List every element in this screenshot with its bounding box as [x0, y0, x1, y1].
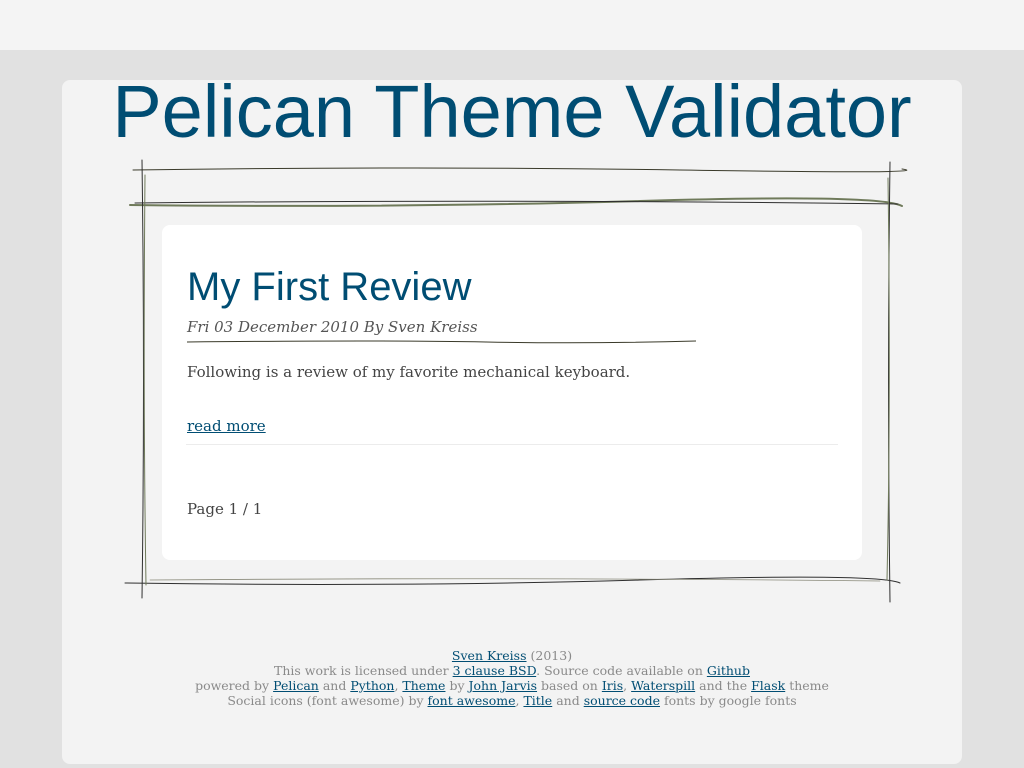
- footer: Sven Kreiss (2013) This work is licensed…: [62, 648, 962, 708]
- by-text: by: [449, 678, 465, 693]
- article-title[interactable]: My First Review: [187, 263, 471, 311]
- article-card: My First Review Fri 03 December 2010 By …: [162, 225, 862, 560]
- article-divider: [186, 444, 838, 445]
- source-code-font-link[interactable]: source code: [584, 693, 660, 708]
- social-icons-text: Social icons (font awesome) by: [227, 693, 424, 708]
- article-meta: Fri 03 December 2010 By Sven Kreiss: [187, 318, 478, 336]
- waterspill-link[interactable]: Waterspill: [631, 678, 695, 693]
- footer-line-license: This work is licensed under 3 clause BSD…: [62, 663, 962, 678]
- flask-link[interactable]: Flask: [751, 678, 785, 693]
- site-title[interactable]: Pelican Theme Validator: [62, 72, 962, 152]
- theme-word-text: theme: [789, 678, 829, 693]
- author-link[interactable]: Sven Kreiss: [452, 648, 527, 663]
- meta-underline: [186, 340, 697, 344]
- title-font-link[interactable]: Title: [523, 693, 552, 708]
- article-summary: Following is a review of my favorite mec…: [187, 363, 631, 381]
- footer-line-credits: Social icons (font awesome) by font awes…: [62, 693, 962, 708]
- copyright-year: (2013): [530, 648, 573, 663]
- footer-line-author: Sven Kreiss (2013): [62, 648, 962, 663]
- pagination-label: Page 1 / 1: [187, 500, 263, 518]
- and-text: and: [556, 693, 580, 708]
- theme-link[interactable]: Theme: [402, 678, 445, 693]
- powered-by-text: powered by: [195, 678, 270, 693]
- source-code-text: . Source code available on: [536, 663, 703, 678]
- license-link[interactable]: 3 clause BSD: [453, 663, 537, 678]
- top-bar: [0, 0, 1024, 50]
- john-jarvis-link[interactable]: John Jarvis: [469, 678, 538, 693]
- comma-text: ,: [394, 678, 399, 693]
- font-awesome-link[interactable]: font awesome: [428, 693, 516, 708]
- comma-text: ,: [515, 693, 520, 708]
- github-link[interactable]: Github: [707, 663, 750, 678]
- based-on-text: based on: [541, 678, 598, 693]
- license-prefix: This work is licensed under: [274, 663, 449, 678]
- iris-link[interactable]: Iris: [602, 678, 623, 693]
- pelican-link[interactable]: Pelican: [273, 678, 319, 693]
- comma-text: ,: [623, 678, 628, 693]
- and-the-text: and the: [699, 678, 748, 693]
- footer-line-powered: powered by Pelican and Python, Theme by …: [62, 678, 962, 693]
- and-text: and: [322, 678, 347, 693]
- read-more-link[interactable]: read more: [187, 417, 266, 435]
- python-link[interactable]: Python: [350, 678, 394, 693]
- google-fonts-text: fonts by google fonts: [663, 693, 797, 708]
